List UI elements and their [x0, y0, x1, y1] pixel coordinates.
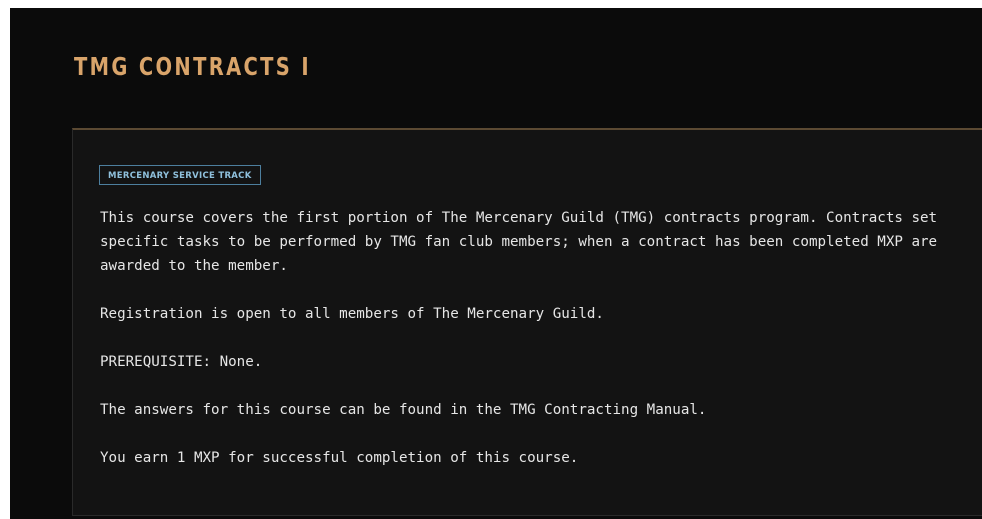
course-description-block: This course covers the first portion of …: [100, 206, 980, 494]
answers-note: The answers for this course can be found…: [100, 402, 707, 418]
reward-text: You earn 1 MXP for successful completion…: [100, 450, 579, 466]
course-title: TMG CONTRACTS I: [74, 52, 311, 81]
track-badge: MERCENARY SERVICE TRACK: [99, 165, 261, 185]
course-description: This course covers the first portion of …: [100, 210, 938, 274]
prerequisite-text: PREREQUISITE: None.: [100, 354, 263, 370]
course-page: TMG CONTRACTS I MERCENARY SERVICE TRACK …: [10, 8, 982, 519]
registration-text: Registration is open to all members of T…: [100, 306, 604, 322]
course-details-card: MERCENARY SERVICE TRACK This course cove…: [72, 128, 982, 516]
